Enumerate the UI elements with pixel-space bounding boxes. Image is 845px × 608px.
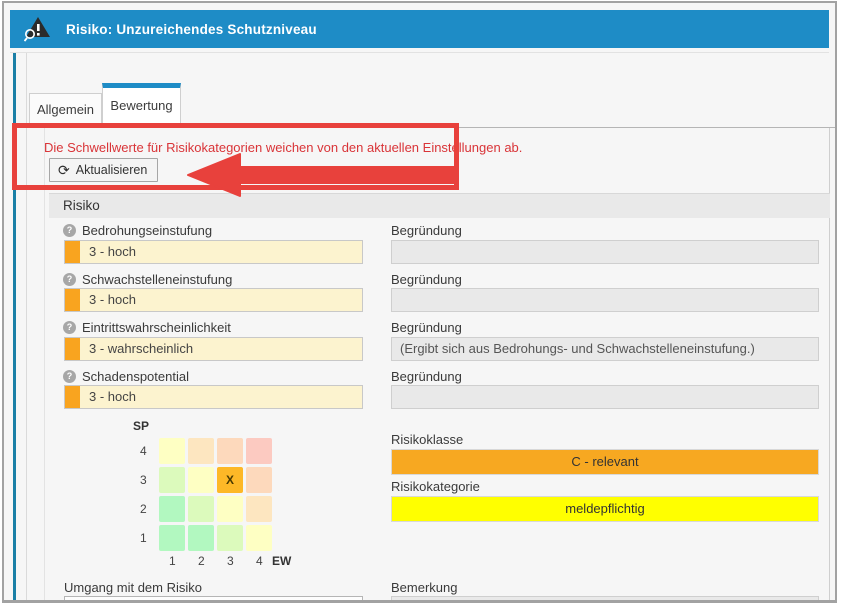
- matrix-row-label: 2: [140, 502, 147, 516]
- risk-level-color-bar: [65, 386, 80, 408]
- editor-window: Risiko: Unzureichendes Schutzniveau Allg…: [2, 1, 837, 603]
- reason-label: Begründung: [391, 272, 462, 287]
- reason-input-2[interactable]: [391, 288, 819, 312]
- risk-class-bar: C - relevant: [391, 449, 819, 475]
- risk-level-color-bar: [65, 338, 80, 360]
- reason-label: Begründung: [391, 223, 462, 238]
- bedrohung-select[interactable]: 3 - hoch: [64, 240, 363, 264]
- matrix-cell-sp4-ew4[interactable]: [246, 438, 272, 464]
- matrix-cell-sp4-ew1[interactable]: [159, 438, 185, 464]
- reason-input-3[interactable]: (Ergibt sich aus Bedrohungs- und Schwach…: [391, 337, 819, 361]
- eintritt-value: 3 - wahrscheinlich: [89, 341, 193, 356]
- risk-category-bar: meldepflichtig: [391, 496, 819, 522]
- matrix-x-axis-label: EW: [272, 554, 291, 568]
- matrix-cell-sp3-ew2[interactable]: [188, 467, 214, 493]
- page-title: Risiko: Unzureichendes Schutzniveau: [66, 22, 317, 37]
- matrix-cell-sp2-ew1[interactable]: [159, 496, 185, 522]
- threshold-warning-text: Die Schwellwerte für Risikokategorien we…: [44, 140, 522, 155]
- risk-class-label: Risikoklasse: [391, 432, 463, 447]
- screenshot-stage: Risiko: Unzureichendes Schutzniveau Allg…: [0, 0, 845, 608]
- title-bar: Risiko: Unzureichendes Schutzniveau: [10, 10, 829, 48]
- reason-input-1[interactable]: [391, 240, 819, 264]
- risk-level-color-bar: [65, 289, 80, 311]
- matrix-row-label: 4: [140, 444, 147, 458]
- help-icon[interactable]: ?: [63, 273, 76, 286]
- matrix-col-label: 4: [256, 554, 263, 568]
- schwachstelle-value: 3 - hoch: [89, 292, 136, 307]
- matrix-col-label: 2: [198, 554, 205, 568]
- matrix-cell-sp1-ew2[interactable]: [188, 525, 214, 551]
- matrix-cell-sp4-ew2[interactable]: [188, 438, 214, 464]
- matrix-cell-sp3-ew1[interactable]: [159, 467, 185, 493]
- matrix-col-label: 1: [169, 554, 176, 568]
- left-accent-rail: [13, 53, 16, 602]
- reason-input-4[interactable]: [391, 385, 819, 409]
- schaden-select[interactable]: 3 - hoch: [64, 385, 363, 409]
- field-label-eintritt: Eintrittswahrscheinlichkeit: [82, 320, 231, 335]
- reason-label: Begründung: [391, 369, 462, 384]
- schwachstelle-select[interactable]: 3 - hoch: [64, 288, 363, 312]
- aktualisieren-button[interactable]: ⟳ Aktualisieren: [49, 158, 158, 182]
- remark-label: Bemerkung: [391, 580, 457, 595]
- matrix-cell-sp2-ew3[interactable]: [217, 496, 243, 522]
- left-panel-border: [26, 53, 27, 602]
- risk-warning-magnifier-icon: [24, 16, 54, 42]
- matrix-cell-sp3-ew4[interactable]: [246, 467, 272, 493]
- refresh-icon: ⟳: [58, 163, 70, 177]
- risk-level-color-bar: [65, 241, 80, 263]
- treatment-select[interactable]: behandeln: [64, 596, 363, 603]
- risiko-section-header: Risiko: [49, 193, 830, 218]
- schaden-value: 3 - hoch: [89, 389, 136, 404]
- matrix-cell-sp4-ew3[interactable]: [217, 438, 243, 464]
- aktualisieren-button-label: Aktualisieren: [76, 163, 148, 177]
- matrix-cell-sp3-ew3[interactable]: X: [217, 467, 243, 493]
- form-panel-left-border: [44, 127, 45, 602]
- help-icon[interactable]: ?: [63, 370, 76, 383]
- header-separator: [10, 52, 829, 53]
- tab-allgemein[interactable]: Allgemein: [29, 93, 102, 127]
- eintritt-select[interactable]: 3 - wahrscheinlich: [64, 337, 363, 361]
- help-icon[interactable]: ?: [63, 321, 76, 334]
- tab-bewertung[interactable]: Bewertung: [102, 83, 181, 128]
- matrix-row-label: 3: [140, 473, 147, 487]
- matrix-cell-sp1-ew4[interactable]: [246, 525, 272, 551]
- field-label-schaden: Schadenspotential: [82, 369, 189, 384]
- matrix-col-label: 3: [227, 554, 234, 568]
- remark-input[interactable]: [391, 596, 819, 603]
- bedrohung-value: 3 - hoch: [89, 244, 136, 259]
- matrix-y-axis-label: SP: [133, 419, 149, 433]
- field-label-bedrohung: Bedrohungseinstufung: [82, 223, 212, 238]
- field-label-schwachstelle: Schwachstelleneinstufung: [82, 272, 232, 287]
- matrix-cell-sp2-ew2[interactable]: [188, 496, 214, 522]
- matrix-cell-sp1-ew3[interactable]: [217, 525, 243, 551]
- matrix-row-label: 1: [140, 531, 147, 545]
- help-icon[interactable]: ?: [63, 224, 76, 237]
- matrix-cell-sp2-ew4[interactable]: [246, 496, 272, 522]
- reason-label: Begründung: [391, 320, 462, 335]
- risk-category-label: Risikokategorie: [391, 479, 480, 494]
- treatment-label: Umgang mit dem Risiko: [64, 580, 202, 595]
- matrix-cell-sp1-ew1[interactable]: [159, 525, 185, 551]
